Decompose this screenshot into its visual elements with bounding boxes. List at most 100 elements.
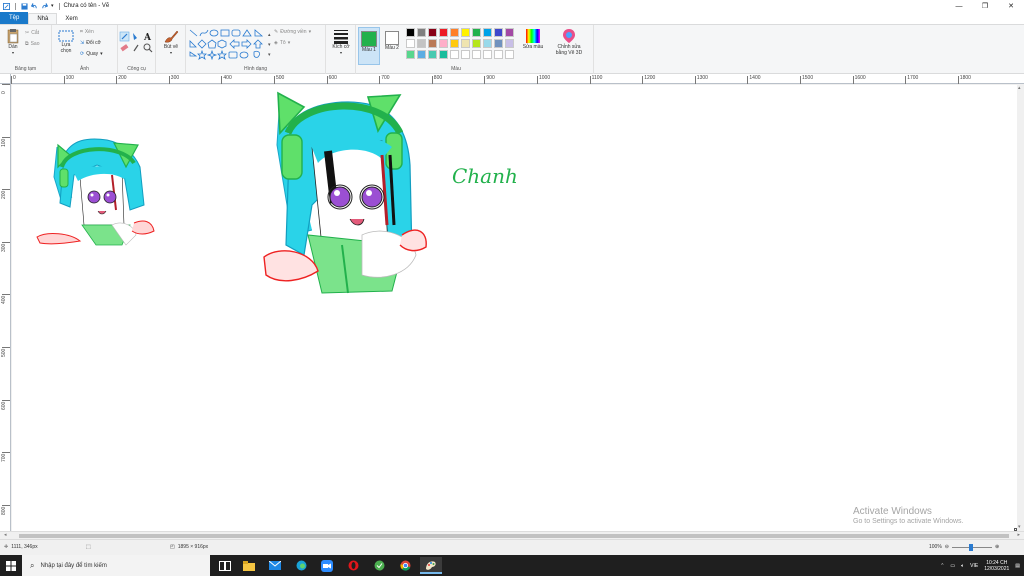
palette-color-swatch[interactable]: [417, 50, 426, 59]
taskbar-app-green[interactable]: [368, 557, 390, 574]
color2-button[interactable]: Màu 2: [382, 27, 402, 65]
chevron-up-icon[interactable]: ⌃: [940, 563, 944, 569]
maximize-button[interactable]: ❐: [972, 0, 998, 12]
zoom-slider-thumb[interactable]: [969, 543, 973, 551]
taskbar-app-edge[interactable]: [290, 557, 312, 574]
taskbar-app-explorer[interactable]: [238, 557, 260, 574]
color1-button[interactable]: Màu 1: [358, 27, 380, 65]
watermark-title: Activate Windows: [853, 506, 932, 517]
redo-icon[interactable]: [41, 2, 48, 10]
select-button[interactable]: Lựa chọn: [56, 30, 76, 54]
zoom-slider[interactable]: [952, 543, 992, 551]
palette-color-swatch[interactable]: [439, 39, 448, 48]
copy-button[interactable]: ⧉ Sao: [25, 41, 39, 47]
palette-color-swatch[interactable]: [428, 28, 437, 37]
palette-color-swatch[interactable]: [494, 39, 503, 48]
palette-color-swatch[interactable]: [406, 50, 415, 59]
fill-dropdown[interactable]: ◈ Tô ▾: [274, 40, 290, 46]
horizontal-scroll-thumb[interactable]: [19, 534, 1009, 538]
cut-button[interactable]: ✂ Cắt: [25, 30, 39, 36]
zoom-value: 100%: [929, 544, 942, 550]
horizontal-scrollbar[interactable]: ◂ ▸: [0, 531, 1024, 539]
ruler-tick-label: 400: [1, 296, 7, 305]
taskbar-search[interactable]: ⌕ Nhập tại đây để tìm kiếm: [22, 555, 210, 576]
ruler-tick: [431, 76, 433, 84]
palette-color-swatch[interactable]: [406, 28, 415, 37]
volume-icon[interactable]: 🔈︎: [961, 563, 964, 569]
palette-color-swatch[interactable]: [450, 50, 459, 59]
shapes-gallery[interactable]: ▴ ▾ ▾: [188, 28, 274, 60]
palette-color-swatch[interactable]: [417, 39, 426, 48]
scroll-down-icon[interactable]: ▾: [1018, 524, 1021, 530]
palette-color-swatch[interactable]: [472, 28, 481, 37]
palette-color-swatch[interactable]: [483, 39, 492, 48]
ruler-tick-label: 500: [276, 75, 285, 81]
scroll-up-icon[interactable]: ▴: [1018, 85, 1021, 91]
palette-color-swatch[interactable]: [450, 39, 459, 48]
svg-text:▾: ▾: [268, 52, 271, 58]
taskbar-app-zoom[interactable]: [316, 557, 338, 574]
palette-color-swatch[interactable]: [472, 39, 481, 48]
brushes-button[interactable]: Bút vẽ ▾: [160, 28, 182, 56]
drawing-canvas[interactable]: Chanh: [12, 85, 1017, 531]
palette-color-swatch[interactable]: [428, 50, 437, 59]
vertical-scrollbar[interactable]: ▴ ▾: [1017, 84, 1024, 531]
colors-group: Màu 1 Màu 2 Sửa màu Chỉnh sửa bằng Vẽ 3D…: [356, 25, 594, 74]
start-button[interactable]: [0, 555, 22, 576]
customize-qa-icon[interactable]: ▾: [51, 3, 54, 9]
palette-color-swatch[interactable]: [450, 28, 459, 37]
ruler-tick: [905, 76, 907, 84]
palette-color-swatch[interactable]: [439, 28, 448, 37]
language-indicator[interactable]: VIE: [970, 563, 978, 569]
taskbar-app-chrome[interactable]: [394, 557, 416, 574]
taskbar-app-mail[interactable]: [264, 557, 286, 574]
window-title: Chưa có tên - Vẽ: [63, 3, 110, 9]
save-icon[interactable]: [21, 2, 28, 10]
palette-color-swatch[interactable]: [439, 50, 448, 59]
scroll-left-icon[interactable]: ◂: [4, 532, 7, 538]
zoom-in-icon[interactable]: ⊕: [995, 544, 999, 550]
outline-dropdown[interactable]: ✎ Đường viền ▾: [274, 29, 311, 35]
palette-color-swatch[interactable]: [494, 50, 503, 59]
palette-color-swatch[interactable]: [428, 39, 437, 48]
edit-colors-button[interactable]: Sửa màu: [518, 28, 548, 50]
undo-icon[interactable]: [31, 2, 38, 10]
crop-button[interactable]: ⌗ Xén: [80, 29, 94, 35]
palette-color-swatch[interactable]: [461, 50, 470, 59]
clock[interactable]: 10:24 CH 12/03/2021: [984, 560, 1009, 572]
scroll-right-icon[interactable]: ▸: [1017, 532, 1020, 538]
palette-color-swatch[interactable]: [406, 39, 415, 48]
palette-color-swatch[interactable]: [472, 50, 481, 59]
size-button[interactable]: Kích cỡ ▾: [330, 28, 352, 56]
palette-color-swatch[interactable]: [417, 28, 426, 37]
brush-icon: [164, 30, 179, 43]
tab-home[interactable]: Nhà: [28, 13, 58, 24]
tab-view[interactable]: Xem: [57, 13, 85, 24]
network-icon[interactable]: ▭: [950, 563, 955, 569]
notifications-icon[interactable]: ▤: [1015, 563, 1020, 569]
close-button[interactable]: ✕: [998, 0, 1024, 12]
tab-file[interactable]: Tệp: [0, 12, 29, 24]
palette-color-swatch[interactable]: [461, 39, 470, 48]
palette-color-swatch[interactable]: [461, 28, 470, 37]
fill-label: Tô: [279, 40, 286, 46]
palette-color-swatch[interactable]: [505, 39, 514, 48]
shapes-group-label: Hình dạng: [243, 66, 268, 72]
ruler-tick: [747, 76, 749, 84]
palette-color-swatch[interactable]: [505, 50, 514, 59]
task-view-button[interactable]: [214, 557, 236, 574]
edit-paint3d-button[interactable]: Chỉnh sửa bằng Vẽ 3D: [552, 28, 586, 56]
colors-group-label: Màu: [451, 66, 461, 72]
zoom-out-icon[interactable]: ⊖: [945, 544, 949, 550]
minimize-button[interactable]: —: [946, 0, 972, 12]
taskbar-app-paint[interactable]: [420, 557, 442, 574]
taskbar-app-opera[interactable]: [342, 557, 364, 574]
rotate-button[interactable]: ⟳ Quay ▾: [80, 51, 103, 57]
palette-color-swatch[interactable]: [483, 50, 492, 59]
ruler-tick-label: 600: [328, 75, 337, 81]
palette-color-swatch[interactable]: [505, 28, 514, 37]
resize-button[interactable]: ⇲ Đổi cỡ: [80, 40, 101, 46]
palette-color-swatch[interactable]: [494, 28, 503, 37]
palette-color-swatch[interactable]: [483, 28, 492, 37]
paste-button[interactable]: Dán ▾: [4, 28, 22, 56]
